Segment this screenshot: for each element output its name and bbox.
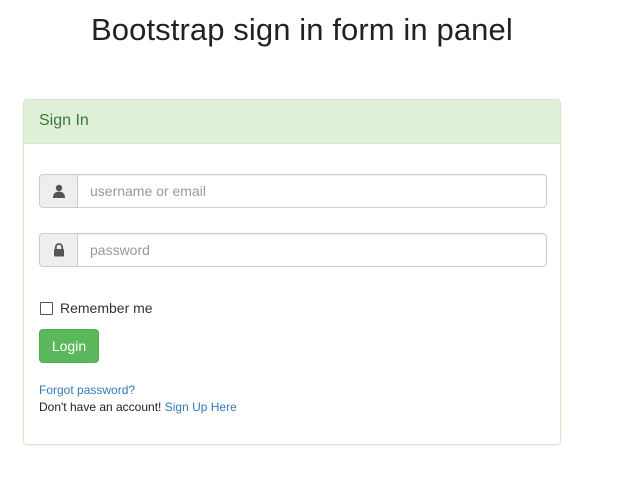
panel-heading: Sign In xyxy=(24,100,560,144)
login-button[interactable]: Login xyxy=(39,329,99,363)
username-input[interactable] xyxy=(77,174,547,208)
remember-me-checkbox[interactable] xyxy=(40,301,53,315)
remember-me[interactable]: Remember me xyxy=(39,300,153,316)
forgot-password-link[interactable]: Forgot password? xyxy=(39,383,135,397)
remember-me-label: Remember me xyxy=(60,300,153,316)
no-account-text: Don't have an account! xyxy=(39,400,162,414)
sign-in-panel: Sign In Remember me Login Forgot passwor… xyxy=(23,99,561,445)
password-input[interactable] xyxy=(77,233,547,267)
signup-line: Don't have an account! Sign Up Here xyxy=(39,400,237,414)
password-input-group xyxy=(39,233,547,267)
page-title: Bootstrap sign in form in panel xyxy=(91,12,513,47)
user-icon xyxy=(39,174,77,208)
username-input-group xyxy=(39,174,547,208)
lock-icon xyxy=(39,233,77,267)
sign-up-link[interactable]: Sign Up Here xyxy=(165,400,237,414)
